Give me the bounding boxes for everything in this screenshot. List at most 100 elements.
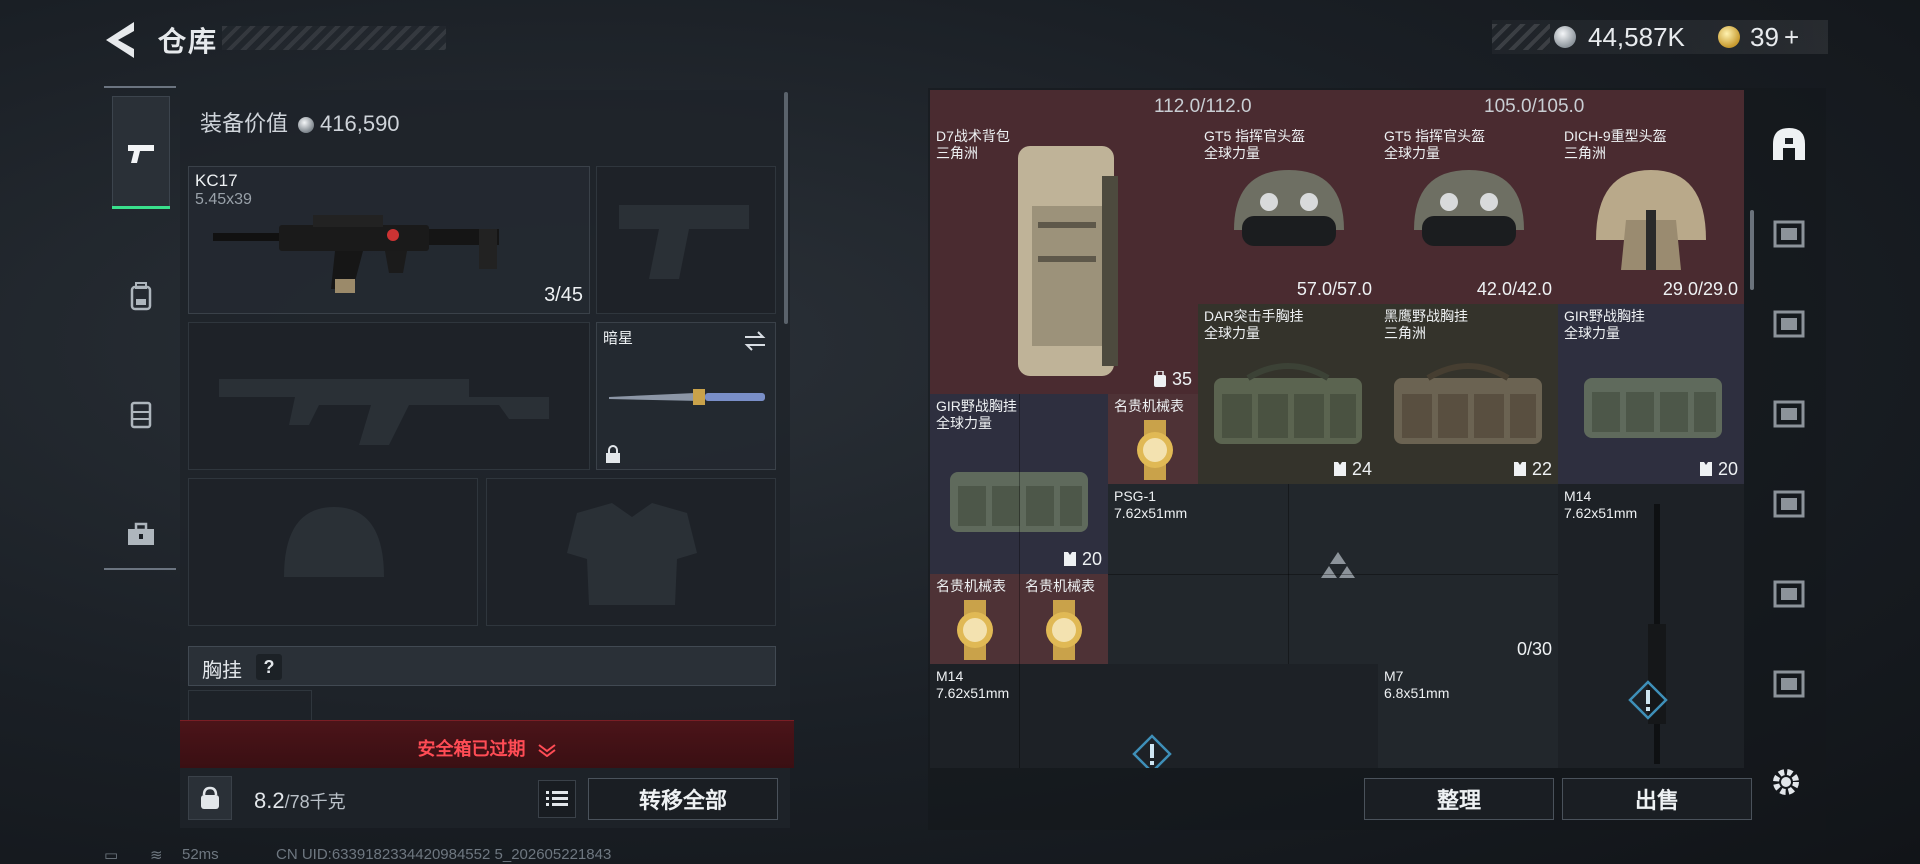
item-durability: 42.0/42.0 bbox=[1476, 279, 1552, 299]
item-label: GT5 指挥官头盔 全球力量 bbox=[1204, 128, 1305, 162]
vest-icon bbox=[1063, 552, 1076, 566]
back-button[interactable] bbox=[100, 18, 140, 62]
stash-tab-5[interactable] bbox=[1760, 648, 1818, 720]
list-view-button[interactable] bbox=[538, 780, 576, 818]
item-name: 名贵机械表 bbox=[936, 578, 1006, 594]
user-uid: CN UID:6339182334420984552 5_20260522184… bbox=[276, 846, 612, 863]
stash-tab-3b[interactable] bbox=[1760, 288, 1818, 360]
add-currency-button[interactable]: + bbox=[1784, 22, 1799, 53]
stash-tab-2[interactable] bbox=[1760, 468, 1818, 540]
toolbox-icon bbox=[128, 522, 154, 545]
safe-box-status: 安全箱已过期 bbox=[180, 735, 794, 761]
tab-backpack[interactable] bbox=[112, 240, 170, 352]
vest-slot[interactable] bbox=[188, 690, 312, 722]
item-name: M14 bbox=[936, 668, 964, 684]
settings-button[interactable] bbox=[1766, 762, 1806, 802]
helmet-image bbox=[1234, 170, 1344, 246]
melee-slot[interactable]: 暗星 bbox=[596, 322, 776, 470]
item-luxury-watch[interactable]: 名贵机械表 bbox=[1019, 574, 1108, 664]
item-label: M7 6.8x51mm bbox=[1384, 668, 1449, 702]
stash-page-icon bbox=[1773, 400, 1805, 428]
item-source: 全球力量 bbox=[1204, 325, 1260, 341]
item-caliber: 7.62x51mm bbox=[1564, 505, 1638, 521]
pistol-slot[interactable] bbox=[596, 166, 776, 314]
silver-coin-icon bbox=[1554, 26, 1576, 48]
item-m14-rifle[interactable]: M14 7.62x51mm bbox=[930, 664, 1378, 768]
grid-line bbox=[1108, 574, 1558, 575]
item-label: M14 7.62x51mm bbox=[1564, 488, 1637, 522]
item-dar-vest[interactable]: DAR突击手胸挂 全球力量 24 bbox=[1198, 304, 1378, 484]
carry-weight: 8.2/78千克 bbox=[254, 788, 346, 814]
stash-page-icon bbox=[1773, 220, 1805, 248]
wifi-icon: ≋ bbox=[150, 847, 163, 864]
carry-weight-current: 8.2 bbox=[254, 788, 285, 813]
safe-box-status-text: 安全箱已过期 bbox=[417, 739, 526, 759]
item-label: 黑鹰野战胸挂 三角洲 bbox=[1384, 308, 1468, 342]
durability-text: 105.0/105.0 bbox=[1484, 96, 1585, 117]
sell-button[interactable]: 出售 bbox=[1562, 778, 1752, 820]
item-caliber: 7.62x51mm bbox=[1114, 505, 1188, 521]
safe-box-banner[interactable]: 安全箱已过期 bbox=[180, 720, 794, 768]
stash-tab-3c[interactable] bbox=[1760, 558, 1818, 630]
silver-coin-icon bbox=[298, 117, 315, 134]
stash-tabs bbox=[1760, 94, 1818, 734]
secondary-weapon-slot[interactable] bbox=[188, 322, 590, 470]
item-name: 黑鹰野战胸挂 bbox=[1384, 308, 1468, 324]
title-decoration bbox=[222, 26, 446, 50]
transfer-all-button[interactable]: 转移全部 bbox=[588, 778, 778, 820]
helmet-slot[interactable] bbox=[188, 478, 478, 626]
helmet-placeholder-icon bbox=[284, 507, 384, 577]
item-dich9-helmet[interactable]: DICH-9重型头盔 三角洲 29.0/29.0 bbox=[1558, 124, 1744, 304]
vest-image bbox=[1584, 378, 1722, 438]
vest-icon bbox=[1699, 462, 1712, 476]
triangle-logo-icon bbox=[1321, 552, 1355, 578]
item-ammo: 0/30 bbox=[1516, 639, 1552, 659]
vest-label: 胸挂 bbox=[202, 660, 242, 682]
item-luxury-watch[interactable]: 名贵机械表 bbox=[930, 574, 1019, 664]
item-d7-backpack[interactable]: D7战术背包 三角洲 35 bbox=[930, 124, 1198, 394]
rifle-placeholder-icon bbox=[219, 379, 549, 445]
knife-image bbox=[609, 389, 765, 405]
stash-page-icon bbox=[1773, 670, 1805, 698]
weight-icon bbox=[188, 776, 232, 820]
item-m14-rifle[interactable]: M14 7.62x51mm bbox=[1558, 484, 1744, 768]
tab-vest[interactable] bbox=[112, 358, 170, 470]
sort-button[interactable]: 整理 bbox=[1364, 778, 1554, 820]
equipment-scrollbar[interactable] bbox=[784, 92, 788, 324]
item-m7-rifle[interactable]: M7 6.8x51mm bbox=[1378, 664, 1558, 768]
item-count: 20 bbox=[1699, 459, 1738, 480]
help-button[interactable]: ? bbox=[256, 654, 282, 680]
item-luxury-watch[interactable]: 名贵机械表 bbox=[1108, 394, 1198, 484]
stash-tab-home[interactable] bbox=[1760, 108, 1818, 180]
equipment-value-label: 装备价值 bbox=[200, 111, 289, 136]
item-gt5-helmet[interactable]: GT5 指挥官头盔 全球力量 42.0/42.0 bbox=[1378, 124, 1558, 304]
back-arrow-icon bbox=[106, 22, 134, 58]
kettlebell-icon bbox=[201, 786, 219, 809]
stash-tab-4[interactable] bbox=[1760, 378, 1818, 450]
item-name: DAR突击手胸挂 bbox=[1204, 308, 1304, 324]
item-gt5-helmet[interactable]: GT5 指挥官头盔 全球力量 57.0/57.0 bbox=[1198, 124, 1378, 304]
tab-weapons[interactable] bbox=[112, 96, 170, 209]
swap-icon[interactable] bbox=[743, 331, 767, 351]
item-name: PSG-1 bbox=[1114, 488, 1157, 504]
item-name: GIR野战胸挂 bbox=[936, 398, 1017, 414]
item-count-value: 35 bbox=[1171, 369, 1192, 389]
settings-icon bbox=[1773, 769, 1799, 795]
stash-top-row: 112.0/112.0 105.0/105.0 bbox=[930, 90, 1744, 124]
item-label: GT5 指挥官头盔 全球力量 bbox=[1384, 128, 1485, 162]
item-label: GIR野战胸挂 全球力量 bbox=[1564, 308, 1645, 342]
item-count-value: 22 bbox=[1531, 459, 1552, 479]
ping-value: 52ms bbox=[182, 846, 219, 863]
tab-toolbox[interactable] bbox=[112, 478, 170, 590]
stash-tab-3[interactable] bbox=[1760, 198, 1818, 270]
item-caliber: 7.62x51mm bbox=[936, 685, 1010, 701]
item-source: 三角洲 bbox=[936, 145, 978, 161]
item-black-hawk-vest[interactable]: 黑鹰野战胸挂 三角洲 22 bbox=[1378, 304, 1558, 484]
primary-weapon-slot[interactable]: KC17 5.45x39 3/45 bbox=[188, 166, 590, 314]
stash-page-icon bbox=[1773, 580, 1805, 608]
item-count-value: 24 bbox=[1351, 459, 1372, 479]
item-name: GIR野战胸挂 bbox=[1564, 308, 1645, 324]
armor-slot[interactable] bbox=[486, 478, 776, 626]
stash-scrollbar[interactable] bbox=[1750, 210, 1754, 290]
item-gir-vest[interactable]: GIR野战胸挂 全球力量 20 bbox=[1558, 304, 1744, 484]
